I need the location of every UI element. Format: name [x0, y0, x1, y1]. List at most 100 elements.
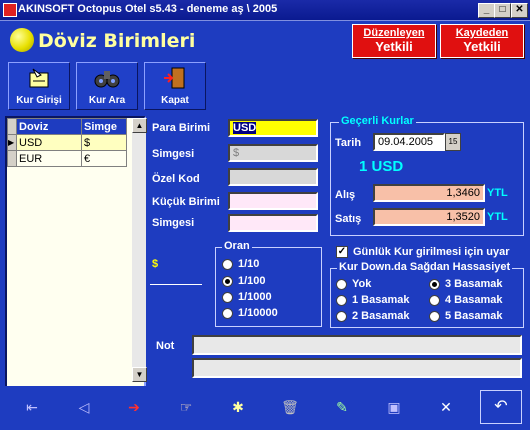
radio-selected-icon: [429, 278, 440, 290]
cell-doviz[interactable]: EUR: [16, 150, 82, 167]
table-row[interactable]: EUR €: [7, 150, 127, 167]
gecerli-kurlar-legend: Geçerli Kurlar: [339, 115, 416, 127]
exit-door-icon: [164, 67, 185, 89]
grid-scrollbar[interactable]: ▲ ▼: [132, 118, 147, 382]
kucuk-birimi-field[interactable]: [228, 192, 318, 210]
alis-field[interactable]: 1,3460: [373, 184, 485, 202]
hassasiyet-option-label: 1 Basamak: [352, 294, 410, 306]
oran-option-label: 1/10: [238, 258, 260, 270]
hassasiyet-option-1[interactable]: 1 Basamak: [336, 294, 410, 306]
oran-option-label: 1/1000: [238, 291, 272, 303]
radio-icon: [429, 294, 440, 306]
kapat-label: Kapat: [161, 95, 189, 106]
close-button[interactable]: ✕: [511, 3, 528, 18]
gecerli-kurlar-group: Geçerli Kurlar Tarih 09.04.2005 15 1 USD…: [330, 115, 524, 236]
radio-icon: [336, 294, 347, 306]
rate-entry-icon: [29, 68, 49, 88]
hassasiyet-option-2[interactable]: 2 Basamak: [336, 310, 410, 322]
new-record-icon[interactable]: ✱: [226, 396, 250, 418]
checkbox-check-icon: ✓: [336, 246, 348, 259]
hassasiyet-option-label: 5 Basamak: [445, 310, 503, 322]
cell-doviz[interactable]: USD: [16, 134, 82, 151]
hassasiyet-legend: Kur Down.da Sağdan Hassasiyet: [337, 261, 513, 273]
kaydeden-yetkili-button[interactable]: Kaydeden Yetkili: [440, 24, 524, 58]
simgesi-field[interactable]: $: [228, 144, 318, 162]
kucuk-simgesi-label: Simgesi: [152, 217, 195, 229]
gunluk-kur-checkbox[interactable]: ✓ Günlük Kur girilmesi için uyar: [336, 246, 509, 259]
hassasiyet-option-3[interactable]: 3 Basamak: [429, 278, 503, 290]
kur-girisi-button[interactable]: Kur Girişi: [8, 62, 70, 110]
currency-table: Doviz Simge ▶ USD $ EUR €: [7, 118, 127, 167]
table-row[interactable]: ▶ USD $: [7, 134, 127, 151]
table-header: Doviz Simge: [7, 118, 127, 135]
hassasiyet-option-yok[interactable]: Yok: [336, 278, 371, 290]
para-birimi-field[interactable]: USD: [228, 119, 318, 137]
radio-icon: [222, 307, 233, 319]
indicator-header: [7, 118, 17, 135]
tarih-label: Tarih: [335, 137, 362, 149]
last-record-icon[interactable]: ☞: [174, 396, 198, 418]
simgesi-label: Simgesi: [152, 148, 195, 160]
satis-label: Satış: [335, 213, 362, 225]
maximize-button[interactable]: □: [494, 3, 511, 18]
save-icon[interactable]: ▣: [382, 396, 406, 418]
delete-icon[interactable]: 🗑: [278, 396, 302, 418]
radio-icon: [336, 278, 347, 290]
hassasiyet-option-4[interactable]: 4 Basamak: [429, 294, 503, 306]
kaydeden-yetkili-label: Yetkili: [463, 39, 501, 54]
edit-icon[interactable]: ✎: [330, 396, 354, 418]
hassasiyet-option-label: Yok: [352, 278, 372, 290]
oran-option-label: 1/10000: [238, 307, 278, 319]
cancel-icon[interactable]: ✕: [434, 396, 458, 418]
binoculars-icon: [94, 71, 120, 88]
hassasiyet-option-5[interactable]: 5 Basamak: [429, 310, 503, 322]
currency-grid[interactable]: Doviz Simge ▶ USD $ EUR € ▲ ▼: [5, 116, 147, 388]
satis-field[interactable]: 1,3520: [373, 208, 485, 226]
tarih-field[interactable]: 09.04.2005: [373, 133, 445, 151]
row-indicator: [7, 150, 17, 167]
scroll-down-button[interactable]: ▼: [132, 367, 147, 382]
oran-group: Oran 1/10 1/100 1/1000 1/10000: [215, 240, 322, 327]
kur-ara-button[interactable]: Kur Ara: [76, 62, 138, 110]
refresh-icon[interactable]: ↶: [480, 390, 522, 424]
first-record-icon[interactable]: ⇤: [20, 396, 44, 418]
column-header-doviz[interactable]: Doviz: [16, 118, 82, 135]
duzenleyen-yetkili-button[interactable]: Düzenleyen Yetkili: [352, 24, 436, 58]
alis-currency: YTL: [487, 187, 508, 199]
kapat-button[interactable]: Kapat: [144, 62, 206, 110]
bulb-icon: [10, 28, 34, 52]
cell-simge[interactable]: $: [81, 134, 127, 151]
para-birimi-value: USD: [233, 122, 257, 134]
previous-record-icon[interactable]: ◁: [72, 396, 96, 418]
not-field-1[interactable]: [192, 335, 522, 355]
title-bar: AKINSOFT Octopus Otel s5.43 - deneme aş …: [0, 0, 530, 21]
ozel-kod-label: Özel Kod: [152, 173, 200, 185]
window-title: AKINSOFT Octopus Otel s5.43 - deneme aş …: [18, 3, 278, 15]
radio-icon: [222, 291, 233, 303]
minimize-button[interactable]: _: [478, 3, 495, 18]
oran-option-1-10[interactable]: 1/10: [222, 258, 259, 270]
column-header-simge[interactable]: Simge: [81, 118, 127, 135]
hassasiyet-option-label: 4 Basamak: [445, 294, 503, 306]
page-title: Döviz Birimleri: [38, 30, 196, 52]
hassasiyet-option-label: 2 Basamak: [352, 310, 410, 322]
not-field-2[interactable]: [192, 358, 522, 378]
unit-display: 1 USD: [359, 158, 404, 175]
kur-girisi-label: Kur Girişi: [16, 95, 62, 106]
oran-option-1-1000[interactable]: 1/1000: [222, 291, 272, 303]
kucuk-simgesi-field[interactable]: [228, 214, 318, 232]
radio-icon: [429, 310, 440, 322]
kucuk-birimi-label: Küçük Birimi: [152, 196, 220, 208]
fraction-line: [150, 284, 202, 285]
row-pointer-icon: ▶: [7, 134, 17, 151]
not-label: Not: [156, 340, 175, 352]
next-record-icon[interactable]: ➔: [122, 396, 146, 418]
ozel-kod-field[interactable]: [228, 168, 318, 186]
kur-ara-label: Kur Ara: [88, 95, 126, 106]
radio-icon: [222, 258, 233, 270]
cell-simge[interactable]: €: [81, 150, 127, 167]
calendar-icon[interactable]: 15: [445, 133, 461, 151]
scroll-up-button[interactable]: ▲: [132, 118, 147, 133]
oran-option-1-10000[interactable]: 1/10000: [222, 307, 278, 319]
oran-option-1-100[interactable]: 1/100: [222, 275, 266, 287]
